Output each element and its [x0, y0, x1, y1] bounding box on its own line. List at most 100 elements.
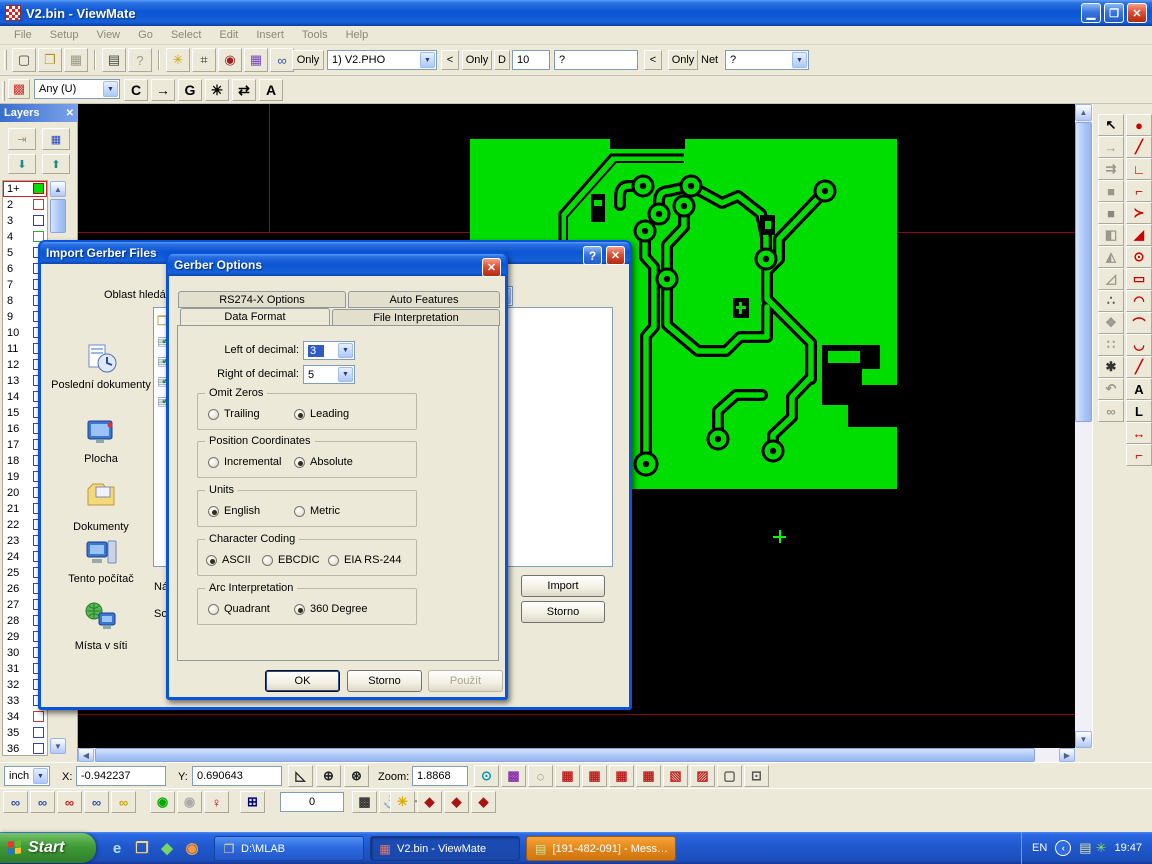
layer-color-swatch[interactable] [33, 183, 44, 194]
shear-tool[interactable]: ◿ [1098, 268, 1124, 290]
corner-tool[interactable]: ⌐ [1126, 180, 1152, 202]
bracket-tool[interactable]: ⌐ [1126, 444, 1152, 466]
window-table-icon[interactable]: ⊞ [240, 791, 265, 813]
dcode-type-combo[interactable]: Any (U)▼ [34, 79, 120, 99]
menu-tools[interactable]: Tools [294, 27, 336, 43]
toolbar-grip[interactable] [4, 50, 7, 70]
lamp-on-icon[interactable]: ◉ [150, 791, 175, 813]
scroll-left-icon[interactable]: ◀ [78, 748, 94, 762]
layer-row-34[interactable]: 34 [3, 709, 47, 725]
probe-red-icon[interactable]: ♀ [204, 791, 229, 813]
place-network-icon[interactable] [51, 601, 151, 636]
link-tool[interactable]: ∞ [1098, 400, 1124, 422]
only-dcode-button[interactable]: Only [462, 50, 492, 70]
task-viewmate[interactable]: ▦V2.bin - ViewMate [370, 836, 520, 861]
right-of-decimal-combo[interactable]: 5 ▼ [303, 365, 355, 384]
zoom-select-icon[interactable]: ◌ [528, 765, 553, 787]
zoom-in-grid-icon[interactable]: ▨ [690, 765, 715, 787]
label-tool[interactable]: L [1126, 400, 1152, 422]
tab-file-interpretation[interactable]: File Interpretation [332, 309, 500, 326]
canvas-hscrollbar[interactable]: ◀ ▶ [78, 748, 1075, 762]
minimize-button[interactable]: ▁ [1081, 3, 1101, 23]
zoom-tool-icon[interactable]: ⊙ [474, 765, 499, 787]
radio-absolute[interactable]: Absolute [294, 456, 353, 468]
layer-scroll-down-icon[interactable]: ▼ [50, 738, 66, 754]
prev-dcode-button[interactable]: < [644, 50, 662, 70]
view-all-icon[interactable]: ∞ [111, 791, 136, 813]
cancel-button[interactable]: Storno [347, 670, 422, 692]
canvas-vscrollbar[interactable]: ▲ ▼ [1075, 104, 1092, 748]
menu-select[interactable]: Select [163, 27, 210, 43]
only-layer-button[interactable]: Only [292, 50, 324, 70]
restore-button[interactable]: ❐ [1104, 3, 1124, 23]
tool-find-icon[interactable]: ⌗ [192, 48, 216, 72]
toolbar-grip[interactable] [2, 81, 5, 101]
place-documents-icon[interactable] [51, 479, 151, 514]
layer-insert-button[interactable]: ⇥ [8, 128, 36, 150]
menu-insert[interactable]: Insert [248, 27, 292, 43]
help-select-icon[interactable]: ? [128, 48, 152, 72]
task-folder[interactable]: ❐D:\MLAB [214, 836, 364, 861]
scroll-down-icon[interactable]: ▼ [1075, 731, 1092, 748]
layer-color-swatch[interactable] [33, 215, 44, 226]
angle-icon[interactable]: ◺ [288, 765, 313, 787]
radio-icon[interactable] [208, 409, 219, 420]
pad-flash2-icon[interactable]: ◆ [444, 791, 469, 813]
move-square-tool[interactable]: ❖ [1098, 312, 1124, 334]
tab-auto-features[interactable]: Auto Features [348, 291, 500, 308]
radio-icon[interactable] [328, 555, 339, 566]
notes-tray-icon[interactable]: ▤ [1079, 840, 1091, 856]
menu-view[interactable]: View [88, 27, 128, 43]
layer-scroll-thumb[interactable] [50, 199, 66, 233]
radio-icon[interactable] [206, 555, 217, 566]
layer-color-swatch[interactable] [33, 727, 44, 738]
arc-chord-tool[interactable]: ◡ [1126, 334, 1152, 356]
menu-go[interactable]: Go [130, 27, 161, 43]
match-dcode-icon[interactable]: ▩ [8, 79, 30, 99]
filled-square-tool[interactable]: ■ [1098, 180, 1124, 202]
zoom-field[interactable]: 1.8868 [412, 766, 468, 786]
radio-metric[interactable]: Metric [294, 505, 340, 517]
probe-icon[interactable]: ⊛ [344, 765, 369, 787]
prev-layer-button[interactable]: < [441, 50, 459, 70]
close-button[interactable]: ✕ [1127, 3, 1147, 23]
colors-icon[interactable]: ▦ [244, 48, 268, 72]
x-coordinate-field[interactable]: -0.942237 [76, 766, 166, 786]
radio-icon[interactable] [294, 604, 305, 615]
scatter-tool[interactable]: ∴ [1098, 290, 1124, 312]
pan-down-grid-icon[interactable]: ▦ [609, 765, 634, 787]
radio-english[interactable]: English [208, 505, 260, 517]
zoom-out-grid-icon[interactable]: ▧ [663, 765, 688, 787]
close-icon[interactable]: ✕ [66, 108, 74, 119]
radio-icon[interactable] [208, 457, 219, 468]
text-tool[interactable]: A [1126, 378, 1152, 400]
counter-field[interactable]: 0 [280, 792, 344, 812]
place-desktop-label[interactable]: Plocha [51, 453, 151, 466]
flip-tool[interactable]: ◭ [1098, 246, 1124, 268]
view-pads-icon[interactable]: ∞ [57, 791, 82, 813]
radio-incremental[interactable]: Incremental [208, 456, 281, 468]
c-button[interactable]: C [124, 79, 148, 101]
radio-icon[interactable] [208, 506, 219, 517]
select-area-icon[interactable]: ▢ [717, 765, 742, 787]
hscroll-thumb[interactable] [95, 748, 1035, 762]
chevron-down-icon[interactable]: ▼ [33, 768, 48, 784]
notes-quick-icon[interactable]: ◆ [156, 837, 178, 859]
help-icon[interactable]: ? [583, 246, 602, 265]
net-combo[interactable]: ?▼ [725, 50, 809, 70]
radio-ascii[interactable]: ASCII [206, 554, 251, 566]
layer-color-swatch[interactable] [33, 199, 44, 210]
menu-setup[interactable]: Setup [42, 27, 87, 43]
place-desktop-icon[interactable] [51, 417, 151, 452]
ie-icon[interactable]: e [106, 837, 128, 859]
im-tray-icon[interactable]: ✳ [1096, 840, 1107, 856]
dcode-find-icon[interactable]: ◉ [218, 48, 242, 72]
folder-quick-icon[interactable]: ❐ [131, 837, 153, 859]
layer-row-35[interactable]: 35 [3, 725, 47, 741]
layer-combo[interactable]: 1) V2.PHO▼ [327, 50, 437, 70]
layer-down-button[interactable]: ⬇ [8, 154, 36, 174]
flash-find-icon[interactable]: ✳ [166, 48, 190, 72]
place-network-label[interactable]: Místa v síti [51, 640, 151, 653]
triangle-tool[interactable]: ◢ [1126, 224, 1152, 246]
radio-trailing[interactable]: Trailing [208, 408, 260, 420]
